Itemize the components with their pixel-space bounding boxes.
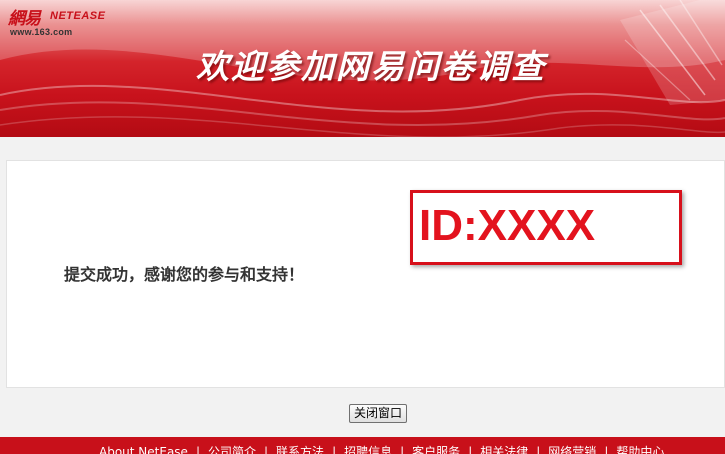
logo-english-text: NETEASE [50, 10, 106, 22]
survey-id-box: ID:XXXX [410, 190, 682, 265]
footer-link-service[interactable]: 客户服务 [412, 445, 460, 454]
footer-link-jobs[interactable]: 招聘信息 [344, 445, 392, 454]
footer-separator: | [468, 445, 473, 454]
survey-id-label: ID:XXXX [419, 201, 596, 250]
success-message: 提交成功，感谢您的参与和支持！ [64, 265, 305, 284]
footer-separator: | [604, 445, 609, 454]
footer-link-contact[interactable]: 联系方法 [276, 445, 324, 454]
footer-link-company[interactable]: 公司简介 [208, 445, 256, 454]
footer-link-marketing[interactable]: 网络营销 [548, 445, 596, 454]
logo-url-text: www.163.com [10, 27, 73, 37]
footer-bar: About NetEase | 公司简介 | 联系方法 | 招聘信息 | 客户服… [0, 437, 725, 454]
header-banner: 網易 NETEASE www.163.com 欢迎参加网易问卷调查 [0, 0, 725, 137]
footer-links: About NetEase | 公司简介 | 联系方法 | 招聘信息 | 客户服… [99, 445, 664, 454]
footer-separator: | [332, 445, 337, 454]
footer-separator: | [264, 445, 269, 454]
footer-link-legal[interactable]: 相关法律 [480, 445, 528, 454]
close-window-button[interactable]: 关闭窗口 [349, 404, 408, 423]
footer-separator: | [195, 445, 200, 454]
footer-separator: | [400, 445, 405, 454]
footer-separator: | [536, 445, 541, 454]
page-title: 欢迎参加网易问卷调查 [196, 47, 546, 86]
logo-chinese-text: 網易 [8, 9, 41, 29]
netease-logo[interactable]: 網易 NETEASE www.163.com [8, 4, 108, 40]
footer-link-help[interactable]: 帮助中心 [616, 445, 664, 454]
footer-link-about[interactable]: About NetEase [99, 445, 188, 454]
